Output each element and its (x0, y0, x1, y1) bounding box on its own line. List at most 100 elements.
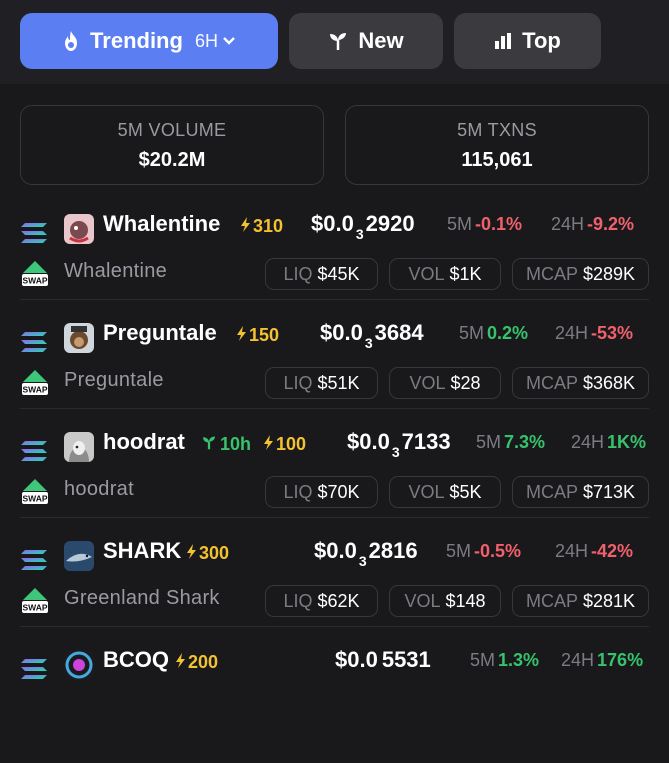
price-zero-count: 3 (391, 444, 400, 460)
chevron-down-icon[interactable] (222, 34, 236, 48)
svg-text:SWAP: SWAP (22, 603, 47, 613)
volume-label: VOL (409, 372, 446, 393)
change-24h: 24H -42% (555, 541, 633, 562)
swap-dex-icon: SWAP (20, 586, 50, 616)
liquidity-value: $70K (317, 481, 360, 502)
market-cap-label: MCAP (525, 481, 578, 502)
token-full-name: Preguntale (64, 369, 164, 391)
price-prefix: $0.0 (320, 320, 363, 345)
change-5m-value: -0.1% (475, 214, 523, 234)
volume-stat-value: $20.2M (138, 149, 206, 171)
price-digits: 2816 (368, 538, 418, 563)
token-name[interactable]: Preguntale (103, 320, 217, 346)
change-24h-value: 176% (597, 650, 644, 670)
volume-value: $5K (449, 481, 482, 502)
token-price: $0.0 32920 (311, 211, 415, 242)
liquidity-pill: LIQ $62K (265, 585, 378, 617)
price-prefix: $0.0 (347, 429, 390, 454)
liquidity-label: LIQ (283, 372, 313, 393)
market-cap-label: MCAP (525, 372, 578, 393)
boost-count: 300 (199, 543, 230, 563)
token-full-name: Greenland Shark (64, 587, 220, 609)
market-cap-pill: MCAP $281K (512, 585, 649, 617)
tab-new-label: New (358, 28, 404, 53)
bar-chart-icon (494, 32, 512, 50)
change-5m: 5M 1.3% (470, 650, 539, 671)
svg-text:SWAP: SWAP (22, 385, 47, 395)
price-digits: 2920 (365, 211, 415, 236)
boost-badge: 150 (236, 325, 279, 346)
token-price: $0.0 37133 (347, 429, 451, 460)
token-row[interactable]: SWAP hoodrat 10h 100 $0.0 37133 5M 7.3% 24H 1K% ho… (0, 408, 669, 545)
liquidity-label: LIQ (283, 590, 313, 611)
volume-label: VOL (408, 263, 445, 284)
txns-stat-value: 115,061 (461, 149, 533, 171)
tab-top[interactable]: Top (454, 13, 601, 69)
liquidity-pill: LIQ $51K (265, 367, 378, 399)
price-prefix: $0.0 (335, 647, 378, 672)
change-24h: 24H 1K% (571, 432, 646, 453)
change-24h-value: -42% (591, 541, 634, 561)
boost-count: 150 (249, 325, 280, 345)
token-price: $0.0 5531 (335, 647, 431, 678)
swap-dex-icon: SWAP (20, 368, 50, 398)
change-24h-label: 24H (571, 432, 605, 452)
liquidity-label: LIQ (283, 263, 313, 284)
svg-text:SWAP: SWAP (22, 276, 47, 286)
volume-stat-label: 5M VOLUME (117, 120, 227, 140)
market-cap-pill: MCAP $713K (512, 476, 649, 508)
change-5m-value: -0.5% (474, 541, 522, 561)
token-avatar (64, 432, 94, 462)
price-prefix: $0.0 (314, 538, 357, 563)
boost-count: 200 (188, 652, 219, 672)
volume-pill: VOL $148 (389, 585, 501, 617)
change-24h: 24H -9.2% (551, 214, 634, 235)
volume-value: $28 (450, 372, 481, 393)
change-24h-label: 24H (555, 323, 589, 343)
token-name[interactable]: SHARK (103, 538, 181, 564)
price-digits: 5531 (381, 647, 431, 672)
tab-top-label: Top (522, 28, 561, 53)
volume-stat-card: 5M VOLUME $20.2M (20, 105, 324, 185)
change-24h-label: 24H (551, 214, 585, 234)
liquidity-value: $51K (317, 372, 360, 393)
token-name[interactable]: BCOQ (103, 647, 169, 673)
boost-count: 310 (253, 216, 284, 236)
token-price: $0.0 32816 (314, 538, 418, 569)
period-select[interactable]: 6H (195, 31, 218, 52)
volume-pill: VOL $28 (389, 367, 501, 399)
token-name[interactable]: hoodrat (103, 429, 185, 455)
solana-chain-icon (20, 220, 48, 246)
tab-trending[interactable]: Trending 6H (20, 13, 278, 69)
change-5m: 5M -0.5% (446, 541, 521, 562)
svg-text:SWAP: SWAP (22, 494, 47, 504)
token-row[interactable]: SWAP Preguntale 150 $0.0 33684 5M 0.2% 24H -53% P… (0, 299, 669, 436)
row-divider (20, 517, 649, 518)
change-24h-label: 24H (555, 541, 589, 561)
change-24h-value: -9.2% (587, 214, 635, 234)
volume-pill: VOL $1K (389, 258, 501, 290)
liquidity-pill: LIQ $45K (265, 258, 378, 290)
change-5m: 5M 0.2% (459, 323, 528, 344)
token-row[interactable]: SWAP SHARK 300 $0.0 32816 5M -0.5% 24H -42% Green… (0, 517, 669, 654)
tab-trending-label: Trending (90, 28, 183, 53)
tab-new[interactable]: New (289, 13, 443, 69)
swap-dex-icon: SWAP (20, 259, 50, 289)
token-name[interactable]: Whalentine (103, 211, 220, 237)
row-divider (20, 408, 649, 409)
token-avatar (64, 650, 94, 680)
boost-badge: 200 (175, 652, 218, 673)
boost-badge: 100 (263, 434, 306, 455)
token-row[interactable]: BCOQ 200 $0.0 5531 5M 1.3% 24H 176% (0, 626, 669, 763)
token-age-badge: 10h (201, 434, 251, 455)
token-row[interactable]: SWAP Whalentine 310 $0.0 32920 5M -0.1% 24H -9.2… (0, 211, 669, 327)
change-5m-label: 5M (446, 541, 472, 561)
price-zero-count: 3 (364, 335, 373, 351)
boost-count: 100 (276, 434, 307, 454)
change-5m-value: 7.3% (504, 432, 546, 452)
price-zero-count: 3 (358, 553, 367, 569)
token-avatar (64, 323, 94, 353)
change-24h-label: 24H (561, 650, 595, 670)
price-digits: 3684 (374, 320, 424, 345)
solana-chain-icon (20, 547, 48, 573)
